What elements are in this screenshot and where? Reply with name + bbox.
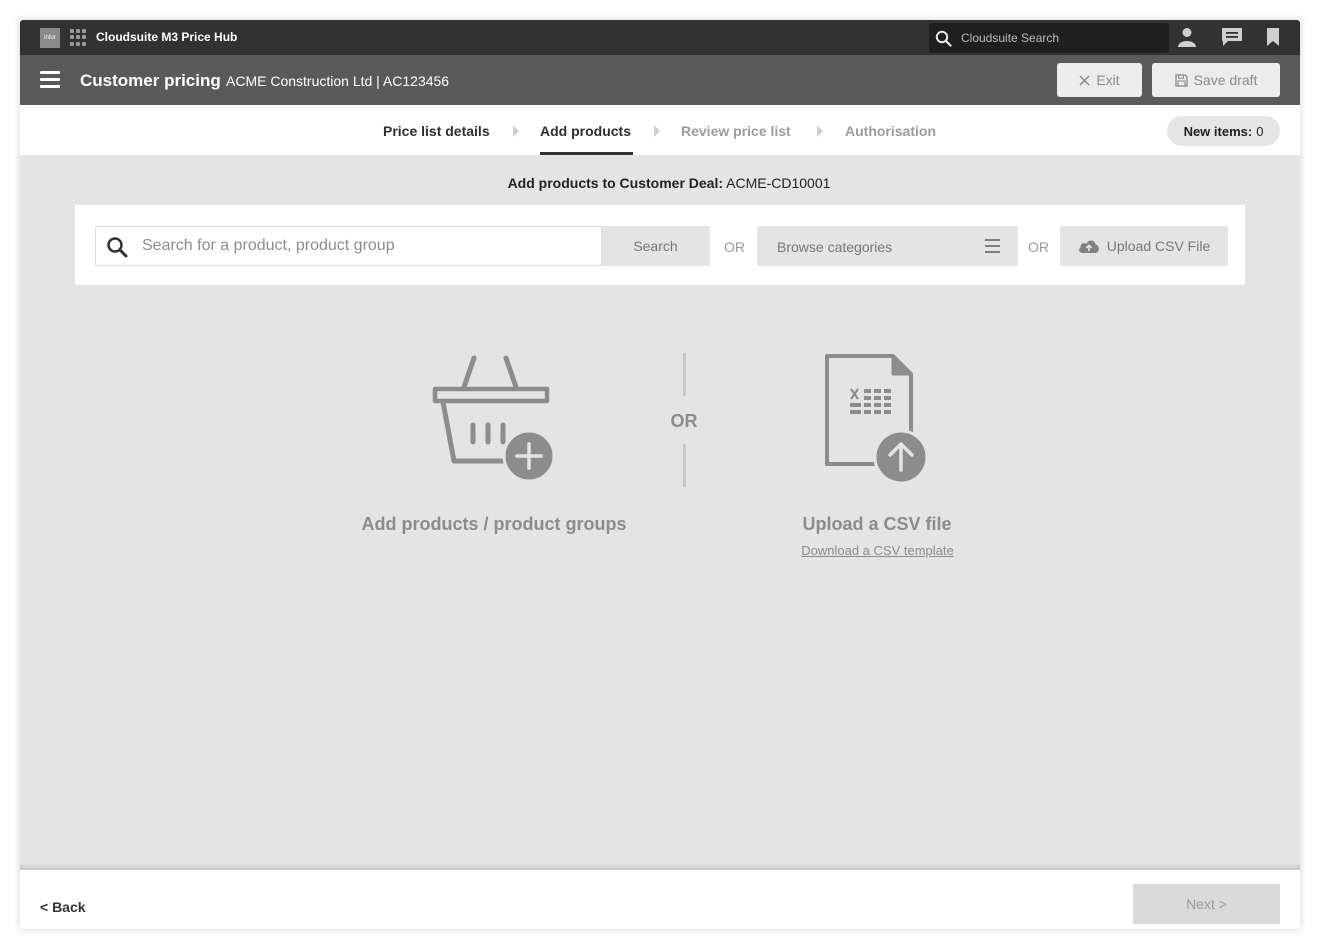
browse-categories-label: Browse categories [777, 239, 893, 255]
browse-categories-dropdown[interactable]: Browse categories [757, 226, 1018, 266]
save-draft-label: Save draft [1193, 72, 1258, 88]
global-search[interactable] [929, 23, 1169, 53]
exit-label: Exit [1096, 72, 1120, 88]
app-window: infor Cloudsuite M3 Price Hub Custome [20, 20, 1300, 929]
deal-id: ACME-CD10001 [726, 175, 831, 191]
chevron-right-icon [817, 125, 823, 137]
search-button[interactable]: Search [601, 226, 710, 266]
save-icon [1174, 73, 1188, 87]
product-search[interactable] [95, 226, 601, 266]
upload-csv-caption[interactable]: Upload a CSV file [777, 514, 977, 535]
add-products-toolbar: Search OR Browse categories OR Upload CS… [75, 205, 1245, 285]
app-title: Cloudsuite M3 Price Hub [96, 30, 238, 44]
or-divider-label: OR [670, 411, 698, 431]
step-add-products[interactable]: Add products [540, 123, 631, 139]
divider-top [683, 353, 686, 396]
divider-bottom [683, 444, 686, 487]
page-header: Customer pricing ACME Construction Ltd |… [20, 55, 1300, 105]
download-csv-template-link[interactable]: Download a CSV template [780, 543, 975, 558]
bookmark-icon[interactable] [1266, 27, 1280, 47]
deal-label: Add products to Customer Deal: [507, 175, 724, 191]
new-items-count: 0 [1256, 123, 1264, 139]
search-icon [935, 30, 952, 47]
add-products-caption[interactable]: Add products / product groups [350, 514, 638, 535]
active-step-indicator [540, 152, 633, 155]
page-title: Customer pricing [80, 71, 221, 90]
csv-upload-icon[interactable] [820, 353, 935, 488]
global-search-input[interactable] [961, 23, 1161, 53]
deal-heading: Add products to Customer Deal: ACME-CD10… [20, 175, 1300, 191]
menu-icon[interactable] [40, 71, 60, 89]
footer-bar: < Back Next > [20, 870, 1300, 929]
back-button[interactable]: < Back [40, 899, 86, 915]
message-icon[interactable] [1221, 27, 1243, 47]
or-separator: OR [724, 239, 745, 255]
step-review-price-list: Review price list [681, 123, 791, 139]
basket-add-icon[interactable] [430, 352, 560, 484]
next-button[interactable]: Next > [1133, 884, 1280, 924]
new-items-badge: New items: 0 [1167, 116, 1280, 146]
step-price-list-details[interactable]: Price list details [383, 123, 490, 139]
chevron-right-icon [513, 125, 519, 137]
infor-logo: infor [40, 28, 60, 48]
user-icon[interactable] [1178, 27, 1196, 47]
customer-info: ACME Construction Ltd | AC123456 [226, 73, 450, 89]
step-authorisation: Authorisation [845, 123, 936, 139]
close-icon [1079, 74, 1090, 86]
list-icon [985, 239, 1000, 257]
or-separator: OR [1028, 239, 1049, 255]
step-progress: Price list details Add products Review p… [20, 105, 1300, 155]
app-bar: infor Cloudsuite M3 Price Hub [20, 20, 1300, 55]
upload-csv-label: Upload CSV File [1106, 238, 1211, 254]
save-draft-button[interactable]: Save draft [1152, 63, 1280, 97]
new-items-label: New items: [1183, 123, 1253, 139]
exit-button[interactable]: Exit [1057, 63, 1142, 97]
upload-csv-button[interactable]: Upload CSV File [1060, 226, 1228, 266]
cloud-upload-icon [1078, 240, 1099, 253]
apps-grid-icon[interactable] [70, 29, 87, 46]
chevron-right-icon [654, 125, 660, 137]
search-icon [107, 237, 128, 258]
product-search-input[interactable] [142, 227, 592, 265]
